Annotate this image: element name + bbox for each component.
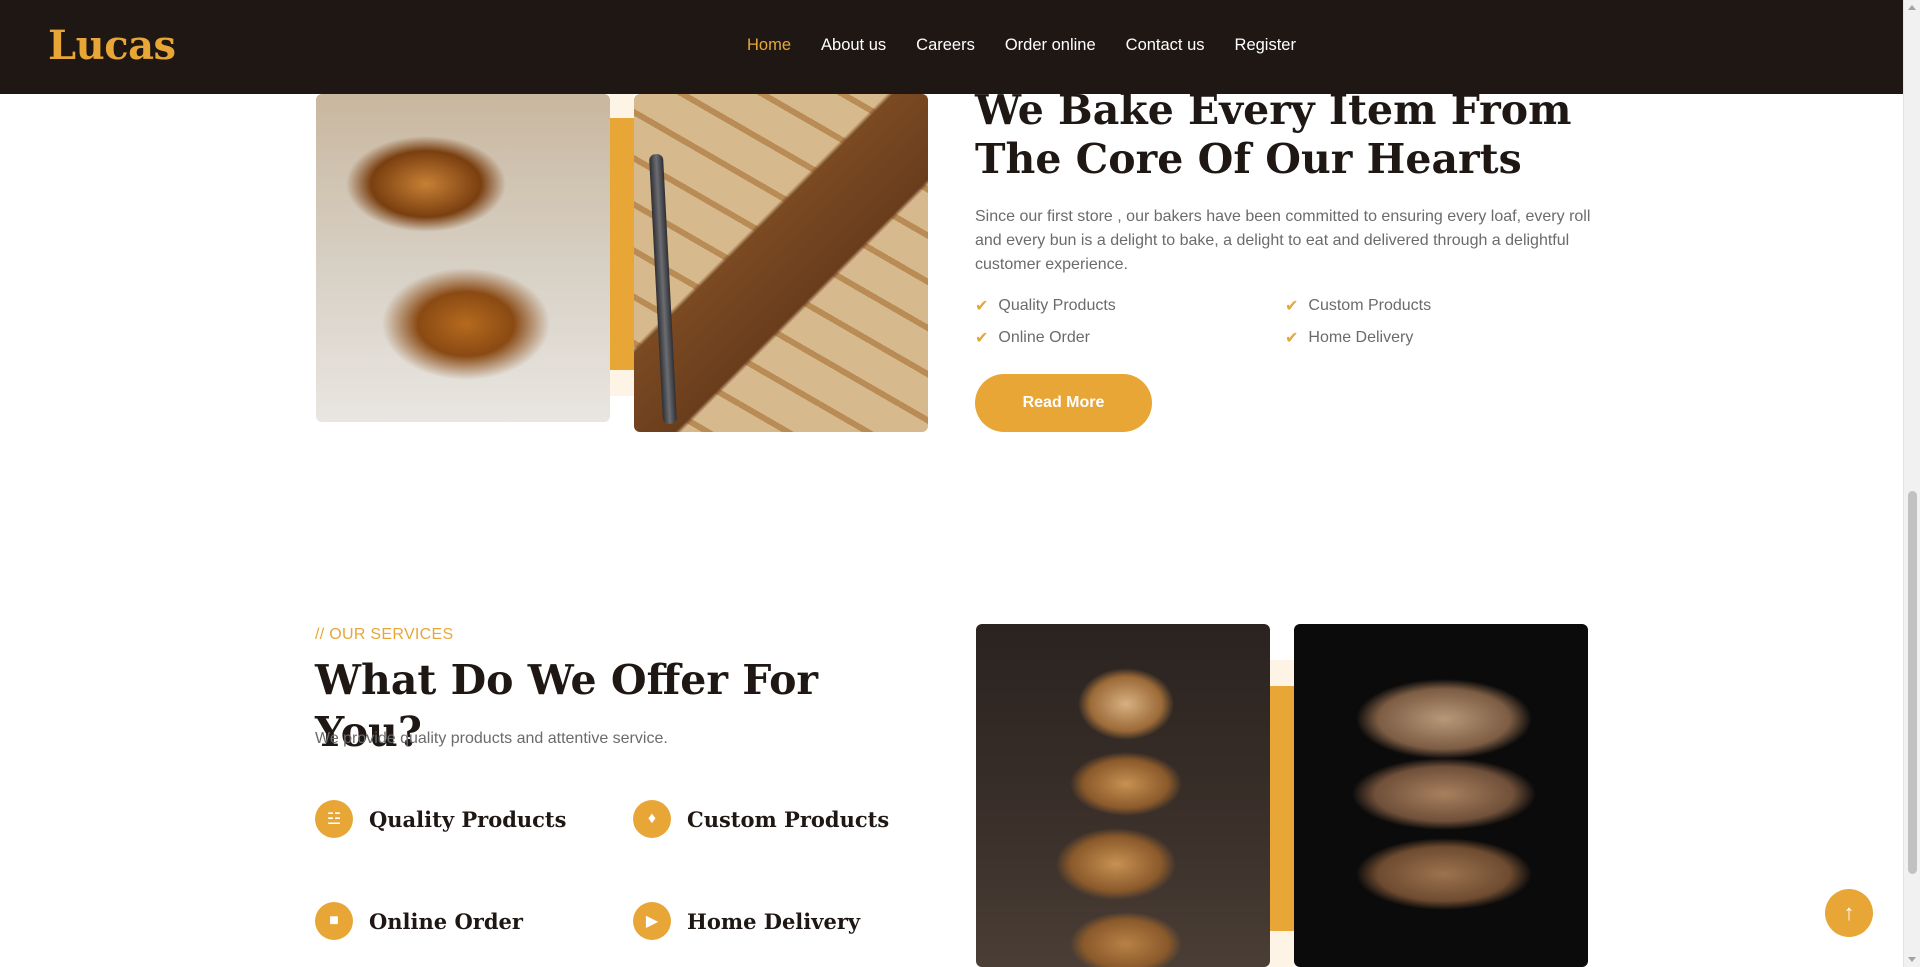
croissant-image: [316, 94, 610, 422]
page-scrollbar[interactable]: [1903, 0, 1920, 967]
checklist-item: ✔ Online Order: [975, 327, 1285, 349]
check-icon: ✔: [1285, 298, 1299, 315]
service-custom-products: ♦ Custom Products: [633, 799, 889, 839]
about-text: Since our first store , our bakers have …: [975, 208, 1591, 273]
nav-register[interactable]: Register: [1235, 36, 1296, 55]
bread-loaves-image: [1294, 624, 1588, 967]
accent-bar: [610, 118, 634, 370]
about-checklist: ✔ Quality Products ✔ Custom Products ✔ O…: [975, 295, 1595, 349]
nav-home[interactable]: Home: [747, 36, 791, 55]
service-label: Custom Products: [687, 806, 890, 832]
truck-icon: ▶: [633, 902, 671, 940]
service-label: Online Order: [369, 908, 523, 934]
service-online-order: ■ Online Order: [315, 901, 523, 941]
arrow-up-icon: ↑: [1843, 900, 1855, 925]
cart-icon: ■: [315, 902, 353, 940]
services-subtitle: We provide quality products and attentiv…: [315, 730, 668, 747]
checklist-item: ✔ Custom Products: [1285, 295, 1595, 317]
checklist-label: Home Delivery: [1308, 329, 1414, 346]
check-icon: ✔: [975, 298, 989, 315]
service-label: Home Delivery: [687, 908, 861, 934]
nav-about[interactable]: About us: [821, 36, 886, 55]
read-more-button[interactable]: Read More: [975, 374, 1152, 432]
service-label: Quality Products: [369, 806, 567, 832]
nav-careers[interactable]: Careers: [916, 36, 975, 55]
scroll-down-arrow-icon[interactable]: [1908, 957, 1916, 962]
cake-icon: ♦: [633, 800, 671, 838]
checklist-item: ✔ Quality Products: [975, 295, 1285, 317]
back-to-top-button[interactable]: ↑: [1825, 889, 1873, 937]
check-icon: ✔: [1285, 330, 1299, 347]
navbar: Lucas Home About us Careers Order online…: [0, 0, 1903, 94]
scroll-thumb[interactable]: [1908, 491, 1917, 874]
checklist-label: Online Order: [998, 329, 1090, 346]
sliced-baguette-image: [634, 94, 928, 432]
about-title: We Bake Every Item From The Core Of Our …: [975, 86, 1572, 183]
main-nav: Home About us Careers Order online Conta…: [747, 36, 1326, 55]
nav-order-online[interactable]: Order online: [1005, 36, 1096, 55]
checklist-item: ✔ Home Delivery: [1285, 327, 1595, 349]
check-icon: ✔: [975, 330, 989, 347]
scroll-up-arrow-icon[interactable]: [1908, 5, 1916, 10]
checklist-label: Quality Products: [998, 297, 1116, 314]
muffins-image: [976, 624, 1270, 967]
services-tag: // OUR SERVICES: [315, 626, 454, 643]
bread-icon: ☳: [315, 800, 353, 838]
checklist-label: Custom Products: [1308, 297, 1432, 314]
service-home-delivery: ▶ Home Delivery: [633, 901, 860, 941]
nav-contact[interactable]: Contact us: [1126, 36, 1205, 55]
service-quality-products: ☳ Quality Products: [315, 799, 566, 839]
brand-logo[interactable]: Lucas: [48, 22, 176, 69]
accent-bar: [1270, 686, 1294, 931]
